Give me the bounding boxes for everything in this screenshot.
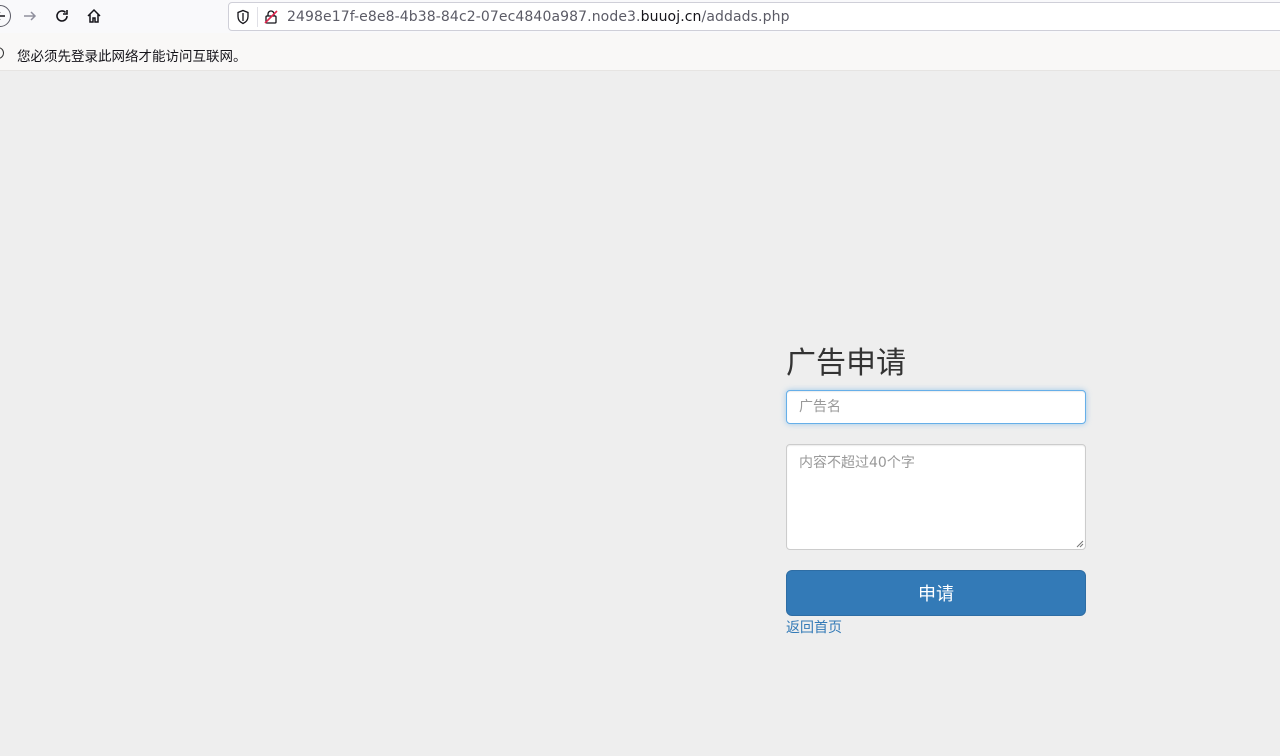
url-path: /addads.php [701, 9, 790, 25]
forward-button[interactable] [18, 4, 42, 28]
browser-toolbar: 2498e17f-e8e8-4b38-84c2-07ec4840a987.nod… [0, 0, 1280, 33]
url-separator [257, 7, 258, 27]
url-bar[interactable]: 2498e17f-e8e8-4b38-84c2-07ec4840a987.nod… [228, 2, 1280, 31]
url-domain: buuoj.cn [640, 9, 702, 25]
info-icon [0, 47, 4, 59]
back-arrow-icon [0, 5, 11, 27]
resize-grip-icon[interactable] [1074, 538, 1084, 548]
ad-name-input[interactable] [786, 390, 1086, 424]
captive-portal-notice: 您必须先登录此网络才能访问互联网。 [0, 33, 1280, 71]
reload-button[interactable] [50, 4, 74, 28]
notice-text: 您必须先登录此网络才能访问互联网。 [17, 49, 247, 65]
insecure-lock-icon[interactable] [263, 9, 279, 25]
forward-arrow-icon [24, 11, 37, 21]
ad-application-form: 广告申请 申请 返回首页 [786, 342, 1086, 636]
ad-content-textarea[interactable] [786, 444, 1086, 550]
url-prefix: 2498e17f-e8e8-4b38-84c2-07ec4840a987.nod… [287, 9, 641, 25]
page-title: 广告申请 [786, 346, 906, 381]
home-icon [87, 8, 101, 23]
shield-icon[interactable] [235, 9, 251, 25]
reload-icon [56, 10, 68, 22]
submit-button[interactable]: 申请 [786, 570, 1086, 616]
back-button[interactable] [0, 4, 12, 28]
back-home-link[interactable]: 返回首页 [786, 617, 842, 637]
home-button[interactable] [82, 4, 106, 28]
url-text: 2498e17f-e8e8-4b38-84c2-07ec4840a987.nod… [287, 9, 790, 25]
